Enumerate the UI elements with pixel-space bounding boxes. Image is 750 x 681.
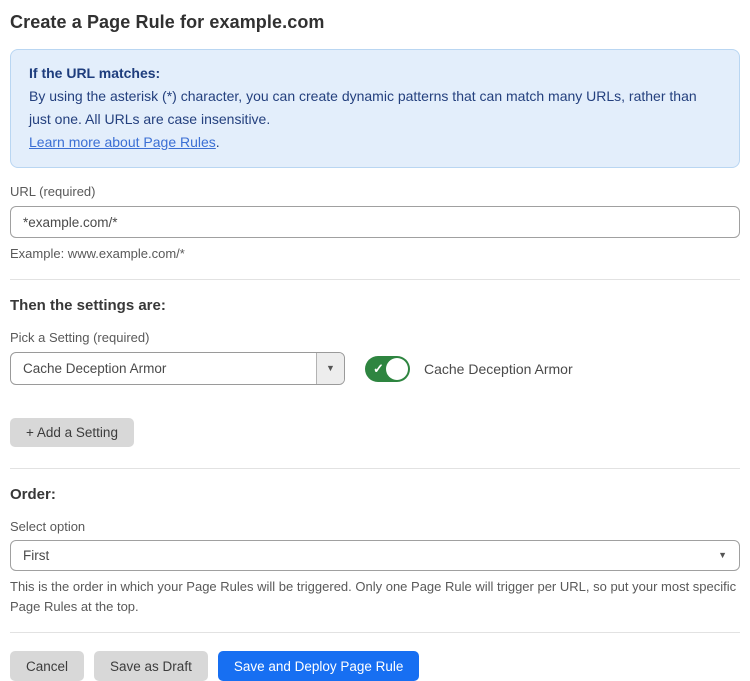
url-field-label: URL (required) (10, 184, 740, 199)
pick-setting-label: Pick a Setting (required) (10, 330, 740, 345)
order-select-value: First (23, 548, 718, 563)
order-select[interactable]: First ▼ (10, 540, 740, 571)
order-section-heading: Order: (10, 486, 740, 503)
info-box-heading: If the URL matches: (29, 62, 721, 85)
setting-row: Cache Deception Armor ▼ ✓ Cache Deceptio… (10, 352, 740, 385)
info-box-link-line: Learn more about Page Rules. (29, 131, 721, 154)
link-suffix: . (216, 134, 220, 150)
order-helper-text: This is the order in which your Page Rul… (10, 577, 740, 617)
setting-select-value: Cache Deception Armor (11, 353, 316, 384)
setting-select-caret-button[interactable]: ▼ (316, 353, 344, 384)
toggle-knob (386, 358, 408, 380)
divider (10, 632, 740, 633)
page-title: Create a Page Rule for example.com (10, 12, 740, 33)
settings-section-heading: Then the settings are: (10, 297, 740, 314)
add-setting-button[interactable]: + Add a Setting (10, 418, 134, 447)
setting-select[interactable]: Cache Deception Armor ▼ (10, 352, 345, 385)
chevron-down-icon: ▼ (718, 551, 727, 560)
setting-toggle-group: ✓ Cache Deception Armor (365, 356, 573, 382)
info-box-body: By using the asterisk (*) character, you… (29, 85, 721, 131)
cancel-button[interactable]: Cancel (10, 651, 84, 681)
url-match-info-box: If the URL matches: By using the asteris… (10, 49, 740, 168)
learn-more-link[interactable]: Learn more about Page Rules (29, 134, 216, 150)
divider (10, 468, 740, 469)
cache-deception-armor-toggle[interactable]: ✓ (365, 356, 410, 382)
save-as-draft-button[interactable]: Save as Draft (94, 651, 208, 681)
divider (10, 279, 740, 280)
check-icon: ✓ (373, 362, 384, 375)
chevron-down-icon: ▼ (326, 364, 335, 373)
setting-toggle-label: Cache Deception Armor (424, 361, 573, 377)
url-input[interactable] (10, 206, 740, 238)
save-and-deploy-button[interactable]: Save and Deploy Page Rule (218, 651, 420, 681)
order-select-label: Select option (10, 519, 740, 534)
form-actions: Cancel Save as Draft Save and Deploy Pag… (10, 651, 740, 681)
page-rule-form: Create a Page Rule for example.com If th… (0, 0, 750, 681)
url-example-helper: Example: www.example.com/* (10, 244, 740, 264)
